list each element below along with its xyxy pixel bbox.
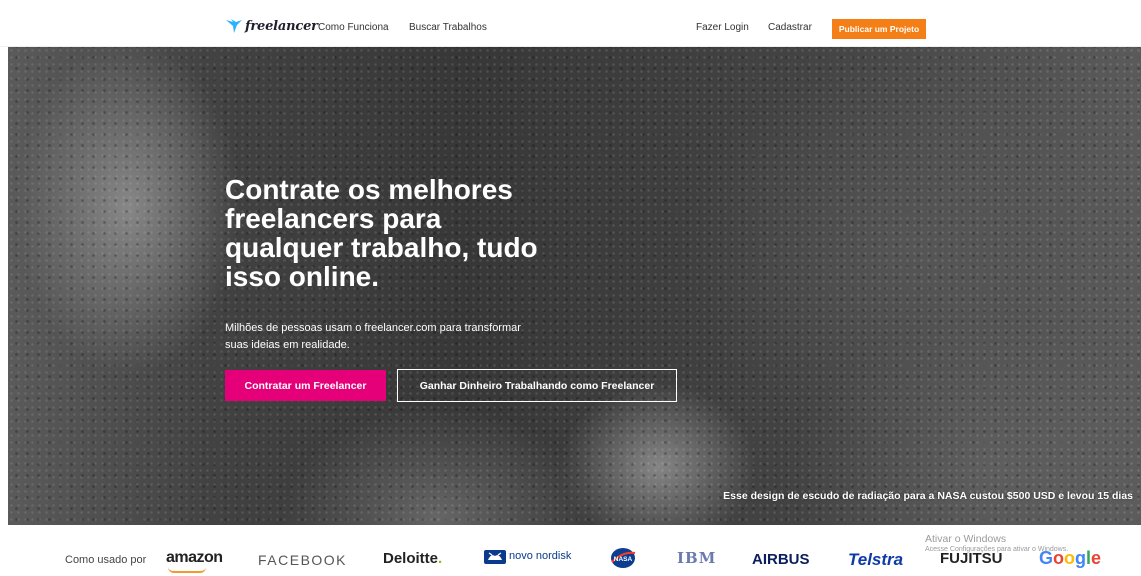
freelancer-logo[interactable]: freelancer xyxy=(226,17,318,35)
watermark-title: Ativar o Windows xyxy=(925,533,1007,545)
used-by-label: Como usado por xyxy=(65,554,147,566)
hero-background-shade xyxy=(8,47,1141,525)
windows-activation-watermark: Ativar o Windows Acesse Configurações pa… xyxy=(925,533,1068,553)
nav-how-it-works[interactable]: Como Funciona xyxy=(318,22,389,33)
hero-section: Contrate os melhores freelancers para qu… xyxy=(8,47,1141,525)
telstra-logo: Telstra xyxy=(848,550,904,569)
post-project-button[interactable]: Publicar um Projeto xyxy=(832,19,926,39)
earn-money-button[interactable]: Ganhar Dinheiro Trabalhando como Freelan… xyxy=(397,369,677,402)
novo-nordisk-text: novo nordisk xyxy=(509,550,572,562)
nav-login[interactable]: Fazer Login xyxy=(696,22,749,33)
watermark-subtitle: Acesse Configurações para ativar o Windo… xyxy=(925,546,1069,553)
bull-icon xyxy=(484,550,506,564)
hero-title: Contrate os melhores freelancers para qu… xyxy=(225,174,538,292)
deloitte-logo-text: Deloitte xyxy=(383,550,439,567)
bird-logo-icon xyxy=(226,19,242,33)
google-letter-6: e xyxy=(1091,548,1102,568)
hero-caption[interactable]: Esse design de escudo de radiação para a… xyxy=(723,490,1133,502)
airbus-logo: AIRBUS xyxy=(752,551,810,568)
google-letter-4: g xyxy=(1075,548,1087,568)
facebook-logo: FACEBOOK xyxy=(258,552,348,568)
novo-nordisk-logo: novo nordisk xyxy=(484,548,571,564)
ibm-logo: IBM xyxy=(677,549,717,567)
nav-browse-jobs[interactable]: Buscar Trabalhos xyxy=(409,22,487,33)
nasa-logo: NASA xyxy=(610,547,636,574)
deloitte-logo: Deloitte. xyxy=(383,550,442,567)
hire-freelancer-button[interactable]: Contratar um Freelancer xyxy=(225,370,386,401)
amazon-logo: amazon xyxy=(166,549,223,573)
site-header: freelancer Como Funciona Buscar Trabalho… xyxy=(0,0,1141,47)
hero-subtitle: Milhões de pessoas usam o freelancer.com… xyxy=(225,322,521,351)
amazon-smile-icon xyxy=(168,567,206,573)
deloitte-dot: . xyxy=(438,550,443,567)
logo-text: freelancer xyxy=(245,18,318,34)
nav-signup[interactable]: Cadastrar xyxy=(768,22,812,33)
nasa-logo-text: NASA xyxy=(614,556,633,563)
amazon-logo-text: amazon xyxy=(166,549,223,566)
